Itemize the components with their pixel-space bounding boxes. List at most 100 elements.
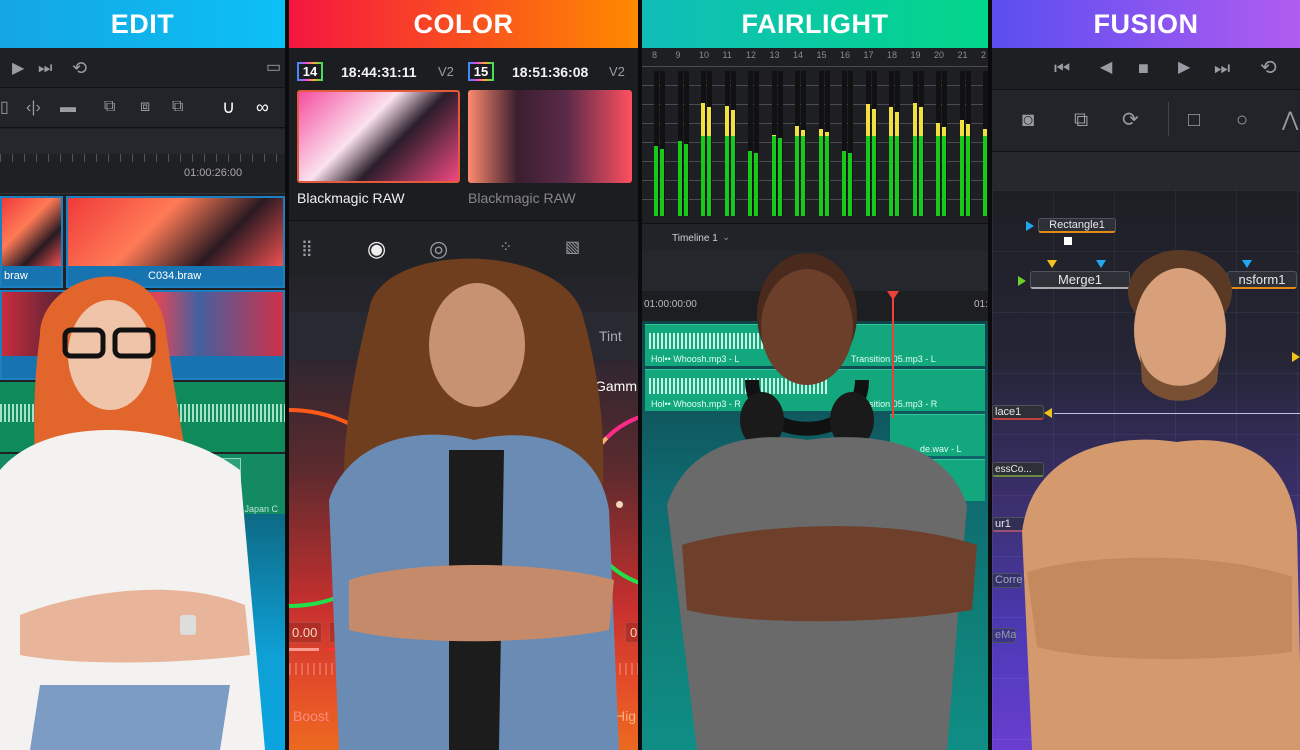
clip-thumbnail[interactable] — [468, 90, 632, 183]
fast-forward-icon[interactable]: ⏭ — [38, 61, 52, 77]
edit-ruler[interactable]: 01:00:26:00 — [0, 154, 285, 194]
meter-level-green — [889, 136, 893, 216]
play-reverse-icon[interactable]: ◀ — [1100, 60, 1112, 76]
meter-level-green — [918, 136, 923, 216]
channel-label: 9 — [675, 50, 681, 60]
meter-level-green — [730, 136, 735, 216]
fairlight-title: FAIRLIGHT — [642, 0, 988, 48]
channel-label: 8 — [652, 50, 658, 60]
clip-codec: Blackmagic RAW — [468, 190, 576, 206]
meter-channel — [983, 71, 988, 216]
meter-level-green — [677, 140, 682, 216]
meter-level-green — [707, 136, 711, 216]
meter-level-green — [660, 149, 664, 216]
meter-level-green — [871, 136, 876, 216]
color-title: COLOR — [289, 0, 638, 48]
edit-title: EDIT — [0, 0, 285, 48]
meter-level-yellow — [801, 129, 805, 137]
meter-level-yellow — [959, 120, 964, 137]
meter-level-yellow — [918, 107, 923, 137]
channel-label: 17 — [863, 50, 874, 60]
meter-level-yellow — [942, 126, 946, 137]
meter-level-yellow — [795, 126, 799, 137]
meter-level-green — [701, 136, 705, 216]
meter-level-yellow — [871, 108, 876, 137]
link-icon[interactable]: ∞ — [256, 98, 269, 116]
edit-spacer — [0, 129, 285, 154]
meter-level-green — [942, 136, 946, 216]
trim-icon[interactable]: ▯ — [0, 100, 9, 116]
meter-level-green — [965, 136, 970, 216]
go-to-end-icon[interactable]: ⏭ — [1214, 59, 1230, 77]
meter-channel — [889, 71, 894, 216]
fusion-spacer — [992, 152, 1300, 190]
input-triangle[interactable] — [1026, 221, 1034, 231]
toolbar-divider — [1168, 102, 1169, 136]
timeline-name: Timeline 1 — [672, 233, 718, 244]
meter-channel — [865, 71, 871, 216]
dynamic-trim-icon[interactable]: ‹|› — [26, 100, 41, 116]
meter-channel — [724, 71, 730, 216]
fairlight-panel: FAIRLIGHT 8 9 10 11 12 13 14 15 16 17 18 19 20 21 2 Ti… — [642, 0, 988, 750]
rectangle-icon[interactable]: □ — [1188, 110, 1200, 130]
meter-level-yellow — [895, 111, 899, 137]
channel-label: 10 — [699, 50, 710, 60]
composite: EDIT ▶ ⏭ ⟲ ▭ ▯ ‹|› ▬ ⧉ ⧈ ⧉ ∪ ∞ 01:00:26:… — [0, 0, 1300, 750]
channel-label: 20 — [934, 50, 945, 60]
meter-channel — [801, 71, 806, 216]
insert-icon[interactable]: ⧉ — [104, 99, 115, 115]
meter-channel — [936, 71, 941, 216]
fusion-transport-bar: ⏮ ◀ ■ ▶ ⏭ ⟲ — [992, 48, 1300, 90]
loop-icon[interactable]: ⟲ — [1260, 58, 1277, 78]
meter-channel — [795, 71, 800, 216]
meter-channel — [701, 71, 706, 216]
meter-channel — [777, 71, 783, 216]
play-icon[interactable]: ▶ — [12, 61, 24, 77]
meter-channel — [660, 71, 665, 216]
go-to-start-icon[interactable]: ⏮ — [1054, 59, 1070, 77]
loop-icon[interactable]: ⟲ — [72, 59, 87, 77]
clip-timecode: 18:44:31:11 — [341, 64, 417, 80]
meter-level-yellow — [707, 107, 711, 137]
meter-channel — [771, 71, 777, 216]
meter-channel — [707, 71, 712, 216]
person-fusion — [1022, 250, 1300, 750]
transform-icon[interactable]: ⟳ — [1122, 110, 1139, 130]
meter-level-green — [654, 146, 658, 216]
stop-icon[interactable]: ■ — [1138, 59, 1149, 77]
meter-channel — [824, 71, 830, 216]
meter-level-green — [777, 138, 782, 216]
fusion-panel: FUSION ⏮ ◀ ■ ▶ ⏭ ⟲ ◙ ⧉ ⟳ □ ○ ⋀ Rectangle… — [992, 0, 1300, 750]
mask-icon[interactable]: ◙ — [1022, 110, 1034, 130]
snapping-icon[interactable]: ∪ — [222, 98, 235, 116]
viewer-mode-icon[interactable]: ▭ — [266, 60, 281, 76]
meter-level-yellow — [965, 124, 970, 137]
meter-level-yellow — [824, 132, 829, 137]
chevron-down-icon[interactable]: ⌄ — [722, 232, 730, 243]
polygon-icon[interactable]: ⋀ — [1282, 110, 1298, 130]
blade-icon[interactable]: ▬ — [60, 100, 76, 116]
person-color — [329, 258, 619, 750]
meter-level-green — [771, 136, 776, 216]
replace-icon[interactable]: ⧉ — [172, 99, 183, 115]
meter-level-green — [895, 136, 899, 216]
play-icon[interactable]: ▶ — [1178, 60, 1190, 76]
meter-channel — [654, 71, 659, 216]
meter-level-yellow — [912, 102, 917, 137]
meter-channel — [683, 71, 689, 216]
ellipse-icon[interactable]: ○ — [1236, 110, 1248, 130]
fusion-title: FUSION — [992, 0, 1300, 48]
meter-level-green — [983, 136, 987, 216]
meter-channel — [818, 71, 824, 216]
meter-channel — [871, 71, 877, 216]
ruler-ticks — [0, 154, 285, 162]
meter-channel — [677, 71, 683, 216]
clip-thumbnail-selected[interactable] — [297, 90, 460, 183]
overwrite-icon[interactable]: ⧈ — [140, 99, 150, 115]
channel-label: 2 — [981, 50, 987, 60]
meter-level-green — [865, 136, 870, 216]
channel-label: 15 — [816, 50, 827, 60]
resize-icon[interactable]: ⧉ — [1074, 110, 1088, 130]
edit-timecode: 01:00:26:00 — [184, 167, 243, 179]
node-rectangle1[interactable]: Rectangle1 — [1038, 218, 1116, 233]
